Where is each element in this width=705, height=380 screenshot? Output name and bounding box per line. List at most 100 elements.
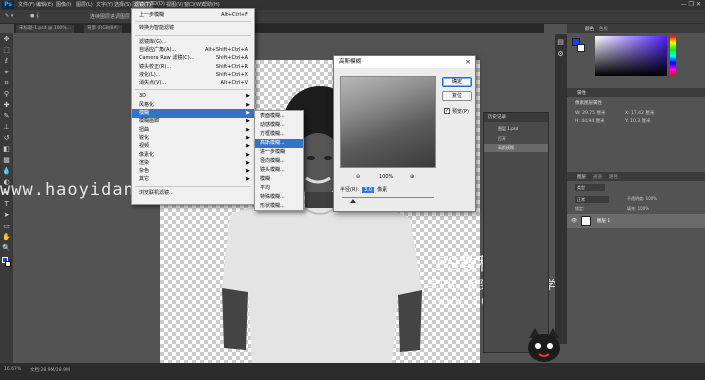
radius-slider-track[interactable] bbox=[342, 197, 434, 198]
color-picker-field[interactable] bbox=[595, 36, 667, 76]
blur-menu-item[interactable]: 形状模糊... bbox=[255, 202, 303, 211]
hue-slider[interactable] bbox=[670, 36, 676, 76]
blur-menu-item[interactable]: 动感模糊... bbox=[255, 121, 303, 130]
blur-menu-item[interactable]: 模糊 bbox=[255, 175, 303, 184]
filter-menu-item-label: Camera Raw 滤镜(C)... bbox=[139, 55, 195, 62]
zoom-tool-icon[interactable]: 🔍 bbox=[2, 244, 11, 253]
layer-fill[interactable]: 填充: 100% bbox=[627, 206, 649, 212]
properties-panel-icon[interactable]: ⚙ bbox=[556, 50, 565, 59]
menu-item[interactable]: 选择(S) bbox=[114, 1, 131, 8]
radius-slider-handle[interactable] bbox=[350, 199, 356, 203]
tab-swatches[interactable]: 色板 bbox=[599, 26, 608, 32]
blend-mode-select[interactable]: 正常 bbox=[575, 196, 609, 203]
menu-item[interactable]: 3D(D) bbox=[150, 1, 165, 7]
tab-layers[interactable]: 图层 bbox=[577, 174, 586, 180]
hand-tool-icon[interactable]: ✋ bbox=[2, 233, 11, 242]
props-width[interactable]: W: 29.75 厘米 bbox=[575, 110, 605, 116]
window-controls[interactable]: — ❐ ✕ bbox=[681, 1, 701, 8]
filter-menu-item-label: 扭曲 bbox=[139, 126, 150, 133]
props-height[interactable]: H: 44.94 厘米 bbox=[575, 118, 605, 124]
eyedropper-tool-icon[interactable]: ⚲ bbox=[2, 90, 11, 99]
path-select-icon[interactable]: ➤ bbox=[2, 211, 11, 220]
filter-menu-item-label: 锐化 bbox=[139, 134, 150, 141]
radius-input[interactable]: 3.0 bbox=[362, 187, 375, 193]
eraser-tool-icon[interactable]: ◧ bbox=[2, 145, 11, 154]
layer-name[interactable]: 图层 1 bbox=[597, 218, 610, 224]
layer-row[interactable]: 👁 图层 1 bbox=[567, 214, 705, 228]
tab-doc-1[interactable]: 未标题-1.psd @ 100%... bbox=[16, 25, 74, 33]
menu-item[interactable]: 帮助(H) bbox=[202, 1, 220, 8]
history-brush-icon[interactable]: ↺ bbox=[2, 134, 11, 143]
filter-menu-item-label: 风格化 bbox=[139, 101, 155, 108]
filter-menu-item-label: 3D bbox=[139, 93, 147, 100]
blur-menu-item[interactable]: 高斯模糊... bbox=[255, 139, 303, 149]
filter-menu-item[interactable]: 上一步模糊 Alt+Ctrl+F bbox=[132, 11, 254, 20]
quick-select-tool-icon[interactable]: ⌖ bbox=[2, 68, 11, 77]
filter-menu-item[interactable]: 浏览联机滤镜... bbox=[132, 189, 254, 198]
stamp-tool-icon[interactable]: ⊥ bbox=[2, 123, 11, 132]
ok-button[interactable]: 确定 bbox=[442, 77, 472, 87]
filter-menu-item[interactable]: 消失点(V)... Alt+Ctrl+V bbox=[132, 79, 254, 88]
sample-mode-label[interactable]: 连续图层进调图层 bbox=[90, 13, 130, 20]
filter-menu-item[interactable]: 其它 ▶ bbox=[132, 175, 254, 184]
right-panel-dock: 颜色 色板 属性 像素图层属性 W: 29.75 厘米 H: 44.94 厘米 … bbox=[567, 24, 705, 363]
blur-menu-item[interactable]: 进一步模糊 bbox=[255, 148, 303, 157]
tab-color[interactable]: 颜色 bbox=[585, 26, 594, 32]
tab-channels[interactable]: 通道 bbox=[593, 174, 602, 180]
menu-separator bbox=[135, 89, 251, 91]
menu-item[interactable]: 图像(I) bbox=[56, 1, 71, 8]
marquee-tool-icon[interactable]: ⬚ bbox=[2, 46, 11, 55]
blur-tool-icon[interactable]: 💧 bbox=[2, 167, 11, 176]
history-row[interactable]: 图层 1.psd bbox=[484, 125, 548, 133]
brush-size-icon[interactable]: ● 𝄞 bbox=[30, 13, 39, 19]
blur-menu-item[interactable]: 方框模糊... bbox=[255, 130, 303, 139]
blur-menu-item[interactable]: 平均 bbox=[255, 184, 303, 193]
menu-item[interactable]: 文件(F) bbox=[18, 1, 35, 8]
background-color-swatch[interactable] bbox=[5, 261, 11, 267]
close-icon[interactable]: × bbox=[465, 56, 471, 68]
tab-paths[interactable]: 路径 bbox=[609, 174, 618, 180]
blur-preview[interactable] bbox=[340, 76, 436, 168]
shape-tool-icon[interactable]: ▭ bbox=[2, 222, 11, 231]
zoom-in-icon[interactable]: ⊕ bbox=[410, 174, 414, 180]
brush-tool-icon-side[interactable]: ✎ bbox=[2, 112, 11, 121]
history-row[interactable]: 打开 bbox=[484, 135, 548, 143]
visibility-eye-icon[interactable]: 👁 bbox=[571, 218, 577, 224]
blur-menu-item[interactable]: 径向模糊... bbox=[255, 157, 303, 166]
menu-item[interactable]: 编辑(E) bbox=[36, 1, 53, 8]
brush-tool-icon[interactable]: ✎ ▾ bbox=[5, 13, 13, 19]
history-panel-icon[interactable]: ▤ bbox=[556, 38, 565, 47]
history-panel: 历史记录 图层 1.psd 打开 高斯模糊 bbox=[483, 112, 549, 353]
menu-item[interactable]: 文字(Y) bbox=[96, 1, 113, 8]
gradient-tool-icon[interactable]: ▦ bbox=[2, 156, 11, 165]
history-row[interactable]: 高斯模糊 bbox=[484, 144, 548, 152]
tab-properties[interactable]: 属性 bbox=[577, 90, 586, 96]
props-x[interactable]: X: 17.42 厘米 bbox=[625, 110, 654, 116]
move-tool-icon[interactable]: ✥ bbox=[2, 35, 11, 44]
blur-menu-item[interactable]: 表面模糊... bbox=[255, 112, 303, 121]
blur-menu-item[interactable]: 镜头模糊... bbox=[255, 166, 303, 175]
menu-item[interactable]: 图层(L) bbox=[76, 1, 93, 8]
zoom-level[interactable]: 16.67% bbox=[4, 367, 21, 372]
lasso-tool-icon[interactable]: ℓ bbox=[2, 57, 11, 66]
layer-opacity[interactable]: 不透明度: 100% bbox=[627, 196, 657, 202]
filter-menu-item-label: 自适应广角(A)... bbox=[139, 46, 177, 53]
tab-doc-2[interactable]: 背景 (RGB/8#) bbox=[84, 25, 122, 33]
reset-button[interactable]: 复位 bbox=[442, 91, 472, 101]
menu-item[interactable]: 窗口(W) bbox=[184, 1, 203, 8]
zoom-out-icon[interactable]: ⊖ bbox=[356, 174, 360, 180]
type-tool-icon[interactable]: T bbox=[2, 200, 11, 209]
filter-menu-item-label: 消失点(V)... bbox=[139, 80, 167, 87]
menu-bar: Ps 文件(F) 编辑(E) 图像(I) 图层(L) 文字(Y) 选择(S) 滤镜(T) 3D… bbox=[0, 0, 705, 10]
preview-checkbox[interactable]: ✓ bbox=[444, 108, 450, 114]
props-y[interactable]: Y: 10.3 厘米 bbox=[625, 118, 651, 124]
crop-tool-icon[interactable]: ⌗ bbox=[2, 79, 11, 88]
healing-tool-icon[interactable]: ✚ bbox=[2, 101, 11, 110]
layer-kind-filter[interactable]: 类型 bbox=[575, 184, 605, 191]
filter-menu-item[interactable]: 转换为智能滤镜 bbox=[132, 24, 254, 33]
menu-item[interactable]: 视图(V) bbox=[166, 1, 183, 8]
background-swatch[interactable] bbox=[577, 44, 585, 52]
blur-menu-item[interactable]: 特殊模糊... bbox=[255, 193, 303, 202]
submenu-arrow-icon: ▶ bbox=[246, 176, 250, 183]
menu-separator bbox=[135, 34, 251, 36]
